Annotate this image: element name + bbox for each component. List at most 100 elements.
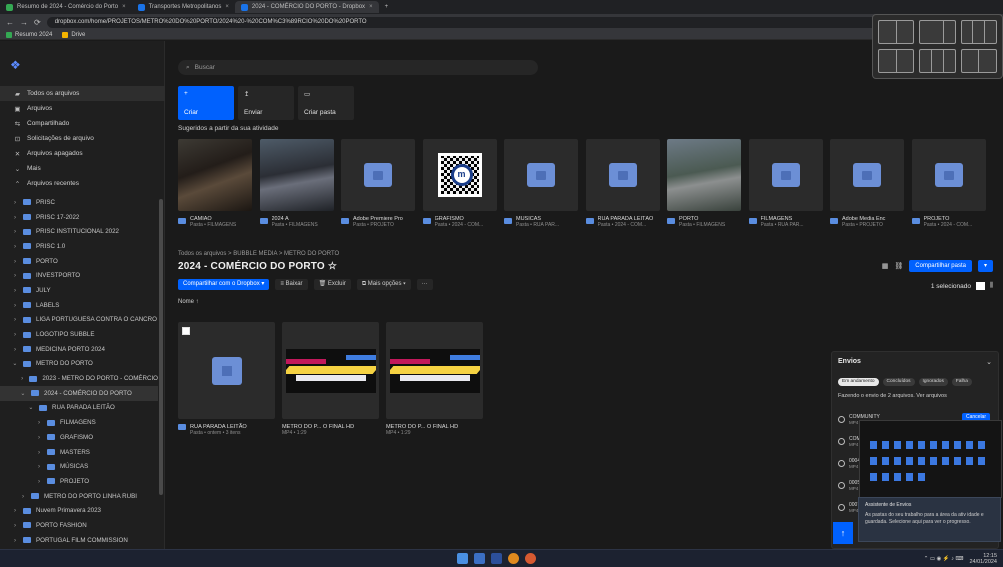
tree-item[interactable]: › PRISC INSTITUCIONAL 2022 [0, 224, 158, 239]
upload-filter-chip[interactable]: Concluídos [882, 378, 915, 386]
star-icon[interactable]: ☆ [328, 261, 337, 272]
url-field[interactable]: dropbox.com/home/PROJETOS/METRO%20DO%20P… [46, 16, 997, 28]
tree-item[interactable]: ⌄ RUA PARADA LEITÃO [0, 401, 158, 416]
chevron-right-icon[interactable]: › [12, 331, 18, 338]
tree-item[interactable]: › PRISC [0, 195, 158, 210]
explorer-icon[interactable] [474, 553, 485, 564]
snap-option[interactable] [960, 20, 997, 44]
chevron-right-icon[interactable]: › [12, 228, 18, 235]
tree-item[interactable]: › PORTO [0, 254, 158, 269]
chevron-right-icon[interactable]: › [12, 346, 18, 353]
chevron-right-icon[interactable]: › [12, 287, 18, 294]
chevron-right-icon[interactable]: › [36, 463, 42, 470]
sidebar-scrollbar[interactable] [159, 199, 163, 495]
action-criar-pasta[interactable]: ▭ Criar pasta [298, 86, 354, 120]
tree-item[interactable]: › MASTERS [0, 445, 158, 460]
chevron-right-icon[interactable]: › [12, 316, 18, 323]
reload-icon[interactable]: ⟳ [34, 18, 41, 27]
chevron-right-icon[interactable]: › [36, 449, 42, 456]
upload-filter-chip[interactable]: Em andamento [838, 378, 879, 386]
checkbox-icon[interactable] [976, 282, 985, 290]
tree-item[interactable]: ⌄ METRO DO PORTO [0, 357, 158, 372]
suggested-card[interactable]: m GRAFISMO Pasta • 2024 - COM... [422, 139, 497, 228]
chevron-right-icon[interactable]: › [20, 493, 26, 500]
tree-item[interactable]: › PORTUGAL FILM COMMISSION [0, 533, 158, 548]
chevron-right-icon[interactable]: › [12, 522, 18, 529]
tree-item[interactable]: › 2023 - METRO DO PORTO - COMÉRCIO [0, 371, 158, 386]
tree-item[interactable]: › PRISC 1.0 [0, 239, 158, 254]
snap-option[interactable] [878, 49, 915, 73]
start-icon[interactable] [457, 553, 468, 564]
chevron-down-icon[interactable]: ⌄ [28, 404, 34, 411]
close-icon[interactable]: × [122, 4, 126, 10]
breadcrumb[interactable]: Todos os arquivos > BUBBLE MEDIA > METRO… [178, 251, 339, 257]
chevron-right-icon[interactable]: › [12, 302, 18, 309]
tree-item[interactable]: › MEDICINA PORTO 2024 [0, 342, 158, 357]
suggested-card[interactable]: MÚSICAS Pasta • RUA PAR... [504, 139, 578, 228]
suggested-card[interactable]: Adobe Media Enc Pasta • PROJETO [830, 139, 904, 228]
search-input[interactable]: ⌕ Buscar [178, 60, 538, 75]
tree-item[interactable]: › METRO DO PORTO LINHA RUBI [0, 489, 158, 504]
browser-tab[interactable]: Resumo de 2024 - Comércio do Porto × [0, 1, 132, 13]
taskbar-preview-popup[interactable] [859, 420, 1002, 498]
chevron-right-icon[interactable]: › [36, 434, 42, 441]
bookmark-item[interactable]: Resumo 2024 [6, 31, 52, 38]
snap-option[interactable] [919, 20, 956, 44]
sidebar-item[interactable]: ▣ Arquivos [0, 101, 165, 116]
chevron-down-icon[interactable]: ⌄ [986, 358, 992, 366]
tree-item[interactable]: › INVESTPORTO [0, 268, 158, 283]
file-card[interactable]: RUA PARADA LEITÃO Pasta • ontem • 3 itens [178, 322, 275, 436]
chevron-right-icon[interactable]: › [12, 258, 18, 265]
sidebar-item[interactable]: ⊡ Solicitações de arquivo [0, 131, 165, 146]
snap-option[interactable] [878, 20, 915, 44]
action-criar[interactable]: + Criar [178, 86, 234, 120]
back-icon[interactable]: ← [6, 18, 14, 27]
file-card[interactable]: METRO DO P... O FINAL HD MP4 • 1:29 [386, 322, 483, 436]
chevron-down-icon[interactable]: ⌄ [20, 390, 26, 397]
tree-item[interactable]: › LOGOTIPO SUBBLE [0, 327, 158, 342]
chevron-right-icon[interactable]: › [36, 478, 42, 485]
checkbox-icon[interactable] [182, 327, 190, 335]
forward-icon[interactable]: → [20, 18, 28, 27]
upload-filter-chip[interactable]: Ignorados [918, 378, 948, 386]
browser-tab[interactable]: Transportes Metropolitanos × [132, 1, 235, 13]
toolbar-button[interactable]: ≡ Baixar [275, 279, 308, 290]
toolbar-button[interactable]: ··· [416, 279, 433, 290]
chevron-right-icon[interactable]: › [12, 199, 18, 206]
share-folder-button[interactable]: Compartilhar pasta [909, 260, 972, 272]
file-card[interactable]: METRO DO P... O FINAL HD MP4 • 1:29 [282, 322, 379, 436]
sort-by-name[interactable]: Nome ↑ [178, 299, 199, 305]
sidebar-item[interactable]: ✕ Arquivos apagados [0, 146, 165, 161]
upload-toast[interactable]: Assistente de Envios As pastas do seu tr… [858, 497, 1001, 542]
suggested-card[interactable]: 2024 A Pasta • FILMAGENS [259, 139, 334, 228]
grid-view-icon[interactable]: ▦ [882, 262, 889, 270]
tree-item[interactable]: › Nuvem Primavera 2023 [0, 503, 158, 518]
toolbar-button[interactable]: 🗑 Excluir [313, 279, 351, 290]
chrome-icon[interactable] [508, 553, 519, 564]
chevron-right-icon[interactable]: › [12, 537, 18, 544]
upload-arrow-icon[interactable]: ↑ [833, 522, 853, 544]
close-icon[interactable]: × [369, 4, 373, 10]
sidebar-item[interactable]: ⇆ Compartilhado [0, 116, 165, 131]
tree-item[interactable]: › PORTO FASHION [0, 518, 158, 533]
suggested-card[interactable]: RUA PARADA LEITÃO Pasta • 2024 - COM... [585, 139, 660, 228]
tree-item[interactable]: › PROJETO [0, 474, 158, 489]
tree-item[interactable]: ⌄ 2024 - COMÉRCIO DO PORTO [0, 385, 158, 401]
snap-option[interactable] [960, 49, 997, 73]
suggested-card[interactable]: CAMIÃO Pasta • FILMAGENS [178, 139, 252, 228]
suggested-card[interactable]: PROJETO Pasta • 2024 - COM... [911, 139, 986, 228]
layout-icon[interactable]: ⫼ [990, 282, 993, 290]
suggested-card[interactable]: PORTO Pasta • FILMAGENS [667, 139, 741, 228]
new-tab-button[interactable]: + [379, 1, 395, 13]
upload-filter-chip[interactable]: Falha [951, 378, 972, 386]
tree-item[interactable]: › PRISC 17-2022 [0, 210, 158, 225]
action-enviar[interactable]: ↥ Enviar [238, 86, 294, 120]
sidebar-item[interactable]: ▰ Todos os arquivos [0, 86, 165, 101]
suggested-card[interactable]: Adobe Premiere Pro Pasta • PROJETO [341, 139, 415, 228]
browser-tab[interactable]: 2024 - COMÉRCIO DO PORTO - Dropbox × [234, 1, 379, 13]
snap-option[interactable] [919, 49, 956, 73]
share-dropdown-icon[interactable]: ▾ [977, 260, 993, 272]
chevron-right-icon[interactable]: › [20, 375, 24, 382]
close-icon[interactable]: × [225, 4, 229, 10]
tree-item[interactable]: › LIGA PORTUGUESA CONTRA O CANCRO [0, 313, 158, 328]
